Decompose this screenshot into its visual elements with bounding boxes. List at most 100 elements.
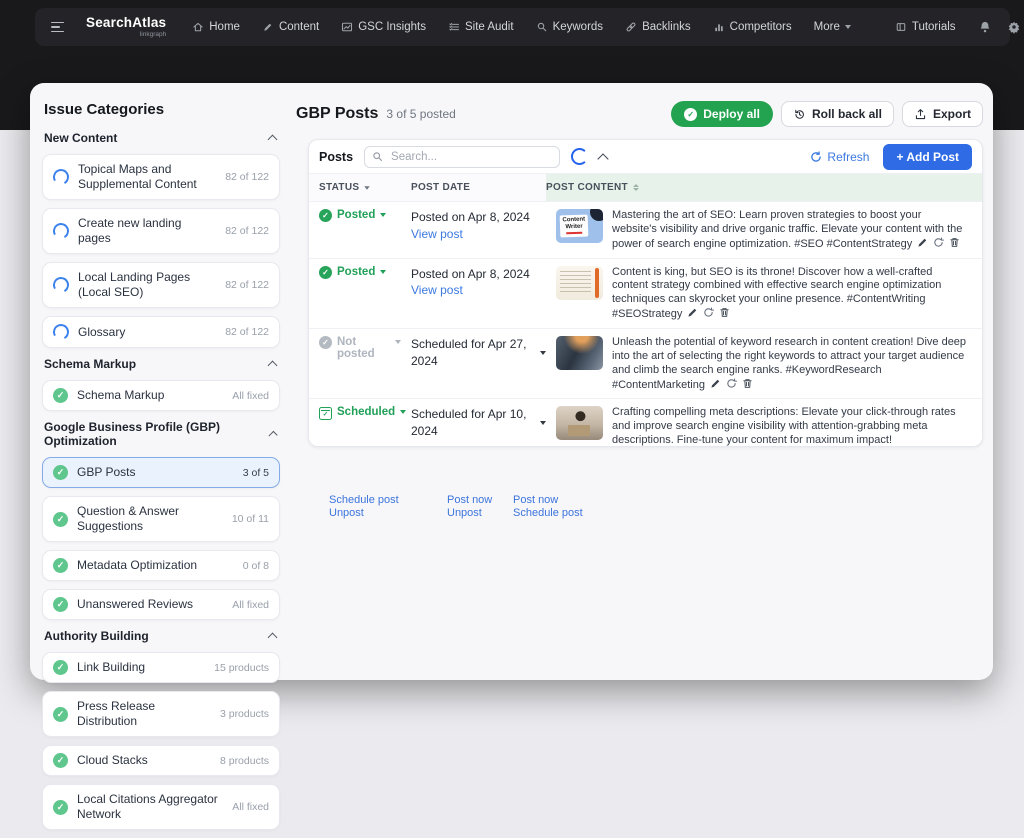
progress-spinner-icon xyxy=(51,322,71,342)
sidebar-item-metadata-optimization[interactable]: Metadata Optimization 0 of 8 xyxy=(42,550,280,581)
column-header-post-date[interactable]: POST DATE xyxy=(401,173,546,201)
column-header-post-content[interactable]: POST CONTENT xyxy=(546,173,982,201)
view-post-link[interactable]: View post xyxy=(411,283,463,297)
item-count: 82 of 122 xyxy=(225,279,269,291)
sidebar-item-link-building[interactable]: Link Building 15 products xyxy=(42,652,280,683)
post-now-link[interactable]: Post now xyxy=(513,494,583,507)
sort-icon xyxy=(633,184,639,191)
sidebar-item-press-release[interactable]: Press Release Distribution 3 products xyxy=(42,691,280,737)
nav-item-tutorials[interactable]: Tutorials xyxy=(895,21,956,33)
section-header-gbp-optimization[interactable]: Google Business Profile (GBP) Optimizati… xyxy=(44,420,276,448)
status-badge-posted[interactable]: Posted xyxy=(319,209,401,222)
table-row-status: Not posted xyxy=(309,328,401,398)
post-action-links-group-3: Post now Schedule post xyxy=(513,494,583,520)
status-badge-not-posted[interactable]: Not posted xyxy=(319,336,401,360)
search-box[interactable] xyxy=(364,146,560,168)
view-post-link[interactable]: View post xyxy=(411,227,463,241)
sidebar-item-topical-maps[interactable]: Topical Maps and Supplemental Content 82… xyxy=(42,154,280,200)
bar-chart-icon xyxy=(713,21,725,33)
nav-item-keywords[interactable]: Keywords xyxy=(536,21,604,33)
gear-icon[interactable] xyxy=(1007,20,1021,34)
sidebar-item-gbp-posts[interactable]: GBP Posts 3 of 5 xyxy=(42,457,280,488)
link-icon xyxy=(625,21,637,33)
header-actions: Deploy all Roll back all Export xyxy=(671,101,983,127)
table-row-date: Posted on Apr 8, 2024 View post xyxy=(401,201,546,258)
sidebar-item-cloud-stacks[interactable]: Cloud Stacks 8 products xyxy=(42,745,280,776)
post-action-links-group-1: Schedule post Unpost xyxy=(329,494,399,520)
searchatlas-logo[interactable]: SearchAtlas linkgraph xyxy=(86,16,166,38)
posts-toolbar: Posts Refresh + Add Post xyxy=(309,140,982,173)
check-circle-icon xyxy=(53,465,68,480)
schedule-post-link[interactable]: Schedule post xyxy=(513,507,583,520)
item-count: 82 of 122 xyxy=(225,225,269,237)
section-header-new-content[interactable]: New Content xyxy=(44,131,276,145)
progress-spinner-icon xyxy=(51,275,71,295)
table-row-date: Posted on Apr 8, 2024 View post xyxy=(401,258,546,328)
delete-icon[interactable] xyxy=(742,378,753,389)
edit-icon[interactable] xyxy=(687,307,698,318)
add-post-button[interactable]: + Add Post xyxy=(883,144,972,170)
chevron-up-icon xyxy=(268,135,278,145)
table-row-date: Scheduled for Apr 10, 2024 xyxy=(401,398,546,447)
nav-item-home[interactable]: Home xyxy=(192,21,240,33)
nav-item-more[interactable]: More xyxy=(814,21,851,33)
table-row-content: Unleash the potential of keyword researc… xyxy=(546,328,982,398)
regenerate-icon[interactable] xyxy=(726,378,737,389)
sidebar-item-question-answer[interactable]: Question & Answer Suggestions 10 of 11 xyxy=(42,496,280,542)
chevron-up-icon xyxy=(268,361,278,371)
delete-icon[interactable] xyxy=(719,307,730,318)
delete-icon[interactable] xyxy=(949,237,960,248)
export-button[interactable]: Export xyxy=(902,101,983,127)
unpost-link[interactable]: Unpost xyxy=(329,507,399,520)
regenerate-icon[interactable] xyxy=(703,307,714,318)
history-icon xyxy=(793,108,806,121)
page-title: GBP Posts xyxy=(296,105,378,123)
status-badge-scheduled[interactable]: Scheduled xyxy=(319,406,401,420)
edit-icon[interactable] xyxy=(917,237,928,248)
sidebar-toggle-icon[interactable] xyxy=(51,22,64,33)
item-count: All fixed xyxy=(232,390,269,402)
sidebar-item-glossary[interactable]: Glossary 82 of 122 xyxy=(42,316,280,348)
section-header-authority-building[interactable]: Authority Building xyxy=(44,629,276,643)
check-circle-icon xyxy=(53,388,68,403)
item-count: 8 products xyxy=(220,755,269,767)
sidebar-item-create-landing-pages[interactable]: Create new landing pages 82 of 122 xyxy=(42,208,280,254)
roll-back-all-button[interactable]: Roll back all xyxy=(781,101,894,127)
nav-item-gsc-insights[interactable]: GSC Insights xyxy=(341,21,426,33)
check-circle-icon xyxy=(53,558,68,573)
sidebar-item-unanswered-reviews[interactable]: Unanswered Reviews All fixed xyxy=(42,589,280,620)
loading-spinner-icon xyxy=(571,148,588,165)
regenerate-icon[interactable] xyxy=(933,237,944,248)
sidebar-item-local-citations[interactable]: Local Citations Aggregator Network All f… xyxy=(42,784,280,830)
item-count: 10 of 11 xyxy=(232,513,269,525)
post-thumbnail: Content Writer xyxy=(556,209,603,243)
item-count: 82 of 122 xyxy=(225,171,269,183)
search-input[interactable] xyxy=(389,150,552,164)
deploy-all-button[interactable]: Deploy all xyxy=(671,101,773,127)
check-circle-icon xyxy=(53,512,68,527)
nav-item-content[interactable]: Content xyxy=(262,21,319,33)
column-header-status[interactable]: STATUS xyxy=(309,173,401,201)
posts-tab-label[interactable]: Posts xyxy=(319,150,353,164)
nav-item-competitors[interactable]: Competitors xyxy=(713,21,792,33)
refresh-button[interactable]: Refresh xyxy=(810,150,869,164)
unpost-link[interactable]: Unpost xyxy=(447,507,492,520)
schedule-post-link[interactable]: Schedule post xyxy=(329,494,399,507)
table-row-date: Scheduled for Apr 27, 2024 xyxy=(401,328,546,398)
nav-item-site-audit[interactable]: Site Audit xyxy=(448,21,514,33)
logo-subtitle: linkgraph xyxy=(140,32,166,39)
post-now-link[interactable]: Post now xyxy=(447,494,492,507)
sidebar-item-schema-markup[interactable]: Schema Markup All fixed xyxy=(42,380,280,411)
check-circle-icon xyxy=(53,660,68,675)
edit-icon[interactable] xyxy=(710,378,721,389)
section-header-schema-markup[interactable]: Schema Markup xyxy=(44,357,276,371)
check-circle-icon xyxy=(53,597,68,612)
check-circle-icon xyxy=(53,800,68,815)
bell-icon[interactable] xyxy=(978,20,992,34)
post-thumbnail xyxy=(556,336,603,370)
sidebar-item-local-landing-pages[interactable]: Local Landing Pages (Local SEO) 82 of 12… xyxy=(42,262,280,308)
collapse-chevron-up-icon[interactable] xyxy=(597,153,608,164)
nav-item-backlinks[interactable]: Backlinks xyxy=(625,21,691,33)
status-badge-posted[interactable]: Posted xyxy=(319,266,401,279)
check-circle-icon xyxy=(53,707,68,722)
